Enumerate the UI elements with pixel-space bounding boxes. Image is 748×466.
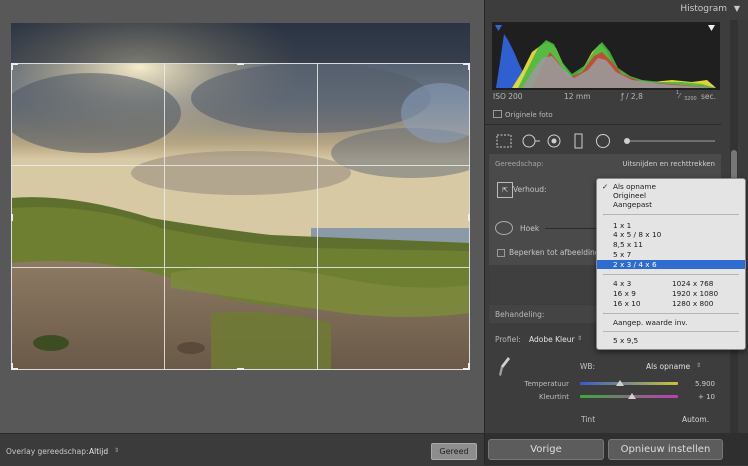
constrain-to-image-label: Beperken tot afbeelding — [509, 248, 600, 257]
crop-edge-handle[interactable] — [11, 214, 13, 221]
menu-separator — [603, 313, 739, 314]
crop-grid-line — [164, 63, 165, 370]
crop-dimmed-area — [11, 23, 470, 63]
tool-name: Uitsnijden en rechttrekken — [622, 160, 715, 168]
crop-edge-handle[interactable] — [468, 214, 470, 221]
tool-strip — [489, 128, 719, 154]
shutter-denominator: 3200 — [684, 96, 697, 102]
menu-item[interactable]: Origineel — [597, 191, 745, 200]
menu-item[interactable]: 4 x 3 1024 x 768 — [597, 279, 745, 288]
menu-item[interactable]: 1 x 1 — [597, 221, 745, 230]
angle-slider[interactable] — [545, 228, 603, 229]
menu-item[interactable]: 4 x 5 / 8 x 10 — [597, 230, 745, 239]
temperature-label: Temperatuur — [524, 380, 569, 388]
done-button[interactable]: Gereed — [431, 443, 477, 460]
tint-value[interactable]: + 10 — [675, 393, 715, 401]
iso-value: ISO 200 — [493, 92, 523, 101]
histogram-graph — [492, 22, 720, 90]
crop-edge-handle[interactable] — [237, 368, 244, 370]
menu-item[interactable]: 5 x 7 — [597, 250, 745, 259]
crop-corner-handle[interactable] — [468, 63, 470, 70]
tint-slider-thumb[interactable] — [628, 393, 636, 399]
graduated-filter-icon[interactable] — [574, 133, 583, 149]
photo-frame — [11, 23, 470, 370]
white-balance-picker-icon[interactable] — [499, 356, 511, 378]
menu-item[interactable]: 16 x 9 1920 x 1080 — [597, 289, 745, 298]
crop-corner-handle[interactable] — [11, 363, 13, 370]
menu-item[interactable]: 16 x 10 1280 x 800 — [597, 299, 745, 308]
histogram-title: Histogram — [680, 4, 727, 14]
aperture-value: ƒ / 2,8 — [621, 92, 643, 101]
constrain-to-image-checkbox[interactable] — [497, 249, 505, 257]
updown-chevron-icon: ⇕ — [577, 335, 583, 342]
crop-edge-handle[interactable] — [237, 63, 244, 65]
menu-separator — [603, 214, 739, 215]
red-eye-icon[interactable] — [547, 134, 561, 148]
aspect-label: Verhoud: — [513, 185, 547, 194]
tint-label: Kleurtint — [538, 393, 569, 401]
triangle-down-icon[interactable]: ▼ — [734, 4, 740, 13]
menu-item[interactable]: 8,5 x 11 — [597, 240, 745, 249]
angle-label: Hoek — [520, 224, 540, 233]
crop-grid-line — [11, 165, 470, 166]
menu-separator — [603, 274, 739, 275]
crop-toolbar: Overlay gereedschap: Altijd ⇕ Gereed — [0, 433, 484, 466]
temperature-slider-thumb[interactable] — [616, 380, 624, 386]
temperature-value[interactable]: 5.900 — [675, 380, 715, 388]
exif-info-row: ISO 200 12 mm ƒ / 2,8 1 ⁄ 3200 sec. — [493, 90, 717, 102]
crop-rectangle[interactable] — [11, 63, 470, 370]
original-photo-checkbox[interactable] — [493, 110, 502, 118]
crop-grid-line — [317, 63, 318, 370]
histogram-plot — [495, 25, 716, 88]
crop-frame-icon[interactable]: ⇱ — [497, 182, 513, 198]
menu-item[interactable]: Aangepast — [597, 200, 745, 209]
spot-removal-icon[interactable] — [522, 134, 540, 148]
crop-corner-handle[interactable] — [468, 363, 470, 370]
crop-corner-handle[interactable] — [11, 63, 13, 70]
panel-button-bar: Vorige Opnieuw instellen — [485, 433, 748, 465]
radial-filter-icon[interactable] — [596, 134, 610, 148]
tool-label: Gereedschap: — [495, 160, 544, 168]
reset-button[interactable]: Opnieuw instellen — [608, 439, 723, 460]
profile-select[interactable]: Adobe Kleur — [529, 335, 575, 344]
original-photo-toggle[interactable]: Originele foto — [493, 110, 553, 119]
straighten-level-icon[interactable] — [495, 221, 513, 235]
crop-overlay-icon[interactable] — [496, 134, 512, 148]
menu-item-custom[interactable]: Aangep. waarde inv. — [597, 318, 745, 327]
treatment-label: Behandeling: — [495, 310, 545, 319]
auto-tone-button[interactable]: Autom. — [682, 415, 709, 424]
previous-button[interactable]: Vorige — [488, 439, 604, 460]
tone-label: Tint — [581, 415, 596, 424]
white-balance-select[interactable]: Als opname — [646, 362, 690, 371]
profile-label: Profiel: — [495, 335, 521, 344]
updown-chevron-icon: ⇕ — [696, 362, 702, 369]
adjustment-brush-icon[interactable] — [624, 138, 715, 144]
focal-length-value: 12 mm — [564, 92, 591, 101]
photo-canvas: Overlay gereedschap: Altijd ⇕ Gereed — [0, 0, 484, 466]
menu-separator — [603, 331, 739, 332]
updown-chevron-icon: ⇕ — [114, 447, 120, 454]
divider — [485, 124, 721, 125]
menu-item[interactable]: 5 x 9,5 — [597, 336, 745, 345]
overlay-tool-label: Overlay gereedschap: — [6, 447, 89, 456]
menu-item-selected[interactable]: 2 x 3 / 4 x 6 — [597, 260, 745, 269]
overlay-mode-select[interactable]: Altijd — [89, 447, 108, 456]
shutter-unit: sec. — [701, 92, 717, 101]
temperature-slider[interactable] — [580, 382, 678, 385]
original-photo-label: Originele foto — [505, 111, 553, 119]
crop-grid-line — [11, 267, 470, 268]
histogram-header[interactable]: Histogram ▼ — [485, 0, 748, 20]
menu-item[interactable]: Als opname — [597, 182, 745, 191]
white-balance-label: WB: — [580, 362, 596, 371]
aspect-ratio-menu[interactable]: ✓ Als opname Origineel Aangepast 1 x 1 4… — [596, 178, 746, 350]
